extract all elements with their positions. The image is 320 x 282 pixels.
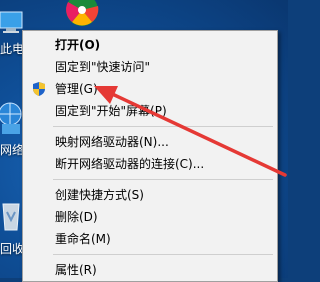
menu-item-create-shortcut[interactable]: 创建快捷方式(S): [23, 184, 277, 206]
this-pc-label: 此电: [0, 42, 25, 56]
desktop: 此电 网络 回收 打开(O) 固定到"快速访问" 管理(G) 固定到"开始"屏幕…: [0, 0, 288, 282]
menu-separator: [53, 126, 273, 127]
recycle-bin-icon[interactable]: [0, 198, 24, 234]
menu-item-delete[interactable]: 删除(D): [23, 206, 277, 228]
menu-item-rename[interactable]: 重命名(M): [23, 228, 277, 250]
menu-separator: [53, 179, 273, 180]
menu-item-disconnect-network-drive[interactable]: 断开网络驱动器的连接(C)...: [23, 153, 277, 175]
network-icon[interactable]: [0, 100, 24, 140]
context-menu: 打开(O) 固定到"快速访问" 管理(G) 固定到"开始"屏幕(P) 映射网络驱…: [22, 30, 278, 282]
app-icon[interactable]: [64, 0, 100, 34]
menu-separator: [53, 254, 273, 255]
menu-item-properties-label: 属性(R): [55, 263, 97, 277]
shield-icon: [33, 82, 45, 96]
menu-item-pin-quick-access-label: 固定到"快速访问": [55, 60, 151, 74]
menu-item-pin-quick-access[interactable]: 固定到"快速访问": [23, 56, 277, 78]
menu-item-manage[interactable]: 管理(G): [23, 78, 277, 100]
menu-item-map-network-drive[interactable]: 映射网络驱动器(N)...: [23, 131, 277, 153]
network-label: 网络: [0, 143, 25, 157]
menu-item-manage-label: 管理(G): [55, 82, 98, 96]
menu-item-rename-label: 重命名(M): [55, 232, 111, 246]
menu-item-pin-start[interactable]: 固定到"开始"屏幕(P): [23, 100, 277, 122]
menu-item-delete-label: 删除(D): [55, 210, 98, 224]
menu-item-pin-start-label: 固定到"开始"屏幕(P): [55, 104, 167, 118]
menu-item-create-shortcut-label: 创建快捷方式(S): [55, 188, 144, 202]
menu-item-disconnect-network-drive-label: 断开网络驱动器的连接(C)...: [55, 157, 205, 171]
menu-item-open[interactable]: 打开(O): [23, 34, 277, 56]
menu-item-map-network-drive-label: 映射网络驱动器(N)...: [55, 135, 169, 149]
recycle-bin-label: 回收: [0, 242, 25, 256]
menu-item-open-label: 打开(O): [55, 38, 101, 52]
